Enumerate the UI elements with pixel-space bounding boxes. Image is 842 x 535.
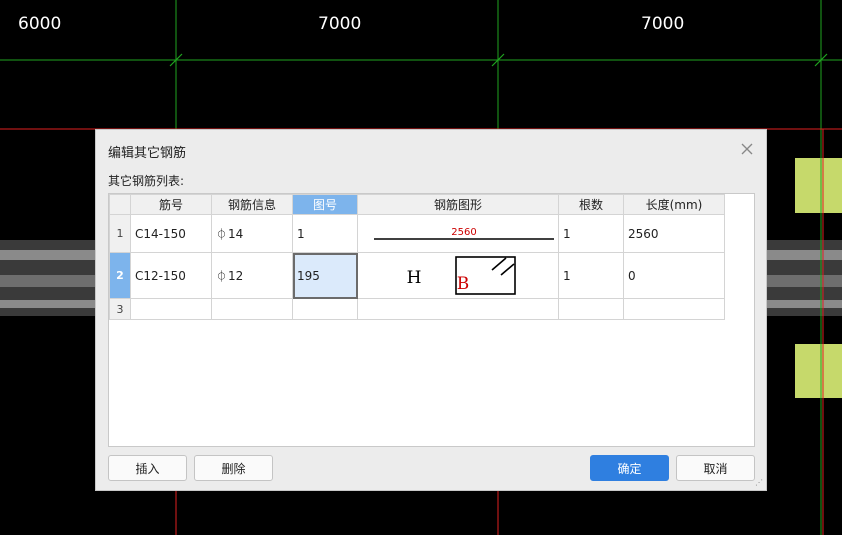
cell-rebar-shape[interactable]: H B: [357, 252, 559, 299]
steel-grade-icon: ⏀: [216, 227, 227, 241]
stirrup-hook: [491, 257, 507, 271]
row-number[interactable]: 3: [109, 298, 131, 320]
steel-diameter: 12: [228, 268, 244, 283]
table-row[interactable]: 2 C12-150 ⏀12 195 H B 1 0: [109, 252, 725, 299]
edit-other-rebar-dialog: 编辑其它钢筋 其它钢筋列表: 筋号 钢筋信息 图号 钢筋图形 根数 长度(mm): [95, 129, 767, 491]
cell-count[interactable]: [558, 298, 624, 320]
close-icon[interactable]: [740, 142, 754, 156]
dimension-label: 6000: [18, 14, 62, 34]
cell-figure-no-editing[interactable]: 195: [292, 252, 358, 299]
column-block: [795, 344, 842, 398]
grid-header-row: 筋号 钢筋信息 图号 钢筋图形 根数 长度(mm): [109, 194, 725, 215]
steel-grade-icon: ⏀: [216, 269, 227, 283]
cell-length[interactable]: 0: [623, 252, 725, 299]
cell-bar-no[interactable]: C12-150: [130, 252, 212, 299]
cell-figure-no[interactable]: [292, 298, 358, 320]
header-count[interactable]: 根数: [558, 194, 624, 215]
straight-bar-shape: 2560: [374, 227, 554, 240]
stirrup-shape: H B: [407, 256, 516, 295]
cancel-button[interactable]: 取消: [676, 455, 755, 481]
cell-count[interactable]: 1: [558, 252, 624, 299]
column-block: [795, 158, 842, 213]
shape-b-label: B: [457, 274, 470, 294]
cell-bar-no[interactable]: [130, 298, 212, 320]
shape-length-label: 2560: [451, 227, 476, 238]
cell-steel-info[interactable]: ⏀14: [211, 214, 293, 253]
header-steel-info[interactable]: 钢筋信息: [211, 194, 293, 215]
delete-button[interactable]: 删除: [194, 455, 273, 481]
dimension-label: 7000: [641, 14, 685, 34]
row-number[interactable]: 2: [109, 252, 131, 299]
header-rebar-shape[interactable]: 钢筋图形: [357, 194, 559, 215]
row-number[interactable]: 1: [109, 214, 131, 253]
shape-h-label: H: [407, 268, 422, 288]
stirrup-hook: [500, 263, 515, 276]
insert-button[interactable]: 插入: [108, 455, 187, 481]
resize-grip-icon[interactable]: ⋰: [755, 478, 763, 487]
cell-figure-no[interactable]: 1: [292, 214, 358, 253]
steel-diameter: 14: [228, 226, 244, 241]
cell-rebar-shape[interactable]: 2560: [357, 214, 559, 253]
header-bar-no[interactable]: 筋号: [130, 194, 212, 215]
cell-steel-info[interactable]: [211, 298, 293, 320]
table-row[interactable]: 3: [109, 298, 725, 320]
rebar-list-label: 其它钢筋列表:: [108, 174, 185, 188]
header-figure-no[interactable]: 图号: [292, 194, 358, 215]
cell-bar-no[interactable]: C14-150: [130, 214, 212, 253]
cell-count[interactable]: 1: [558, 214, 624, 253]
dimension-label: 7000: [318, 14, 362, 34]
dialog-title: 编辑其它钢筋: [108, 146, 187, 161]
table-row[interactable]: 1 C14-150 ⏀14 1 2560 1 2560: [109, 214, 725, 253]
header-corner: [109, 194, 131, 215]
rebar-grid[interactable]: 筋号 钢筋信息 图号 钢筋图形 根数 长度(mm) 1 C14-150 ⏀14 …: [108, 193, 755, 447]
ok-button[interactable]: 确定: [590, 455, 669, 481]
cell-length[interactable]: [623, 298, 725, 320]
cell-length[interactable]: 2560: [623, 214, 725, 253]
header-length[interactable]: 长度(mm): [623, 194, 725, 215]
cell-rebar-shape[interactable]: [357, 298, 559, 320]
cell-steel-info[interactable]: ⏀12: [211, 252, 293, 299]
